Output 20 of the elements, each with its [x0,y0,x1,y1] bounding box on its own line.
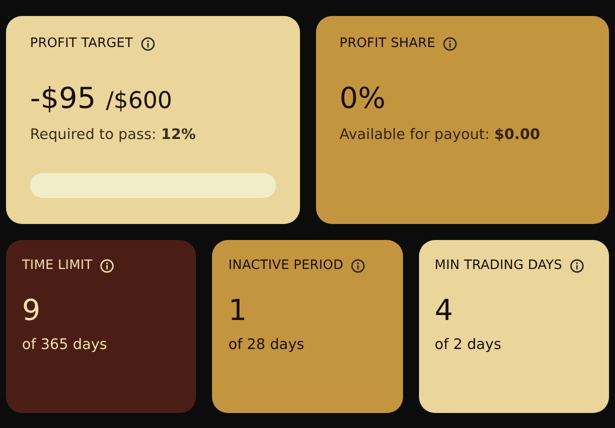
card-title: PROFIT SHARE [340,36,436,51]
stat-note: of 28 days [228,337,306,353]
stat-note: of 365 days [22,337,108,353]
info-icon[interactable] [140,36,155,50]
info-icon[interactable] [351,258,366,272]
target-value: /$600 [106,88,172,114]
stat-value: -$95 [30,81,96,115]
stat-note: Required to pass: 12% [30,127,197,143]
card-title: TIME LIMIT [22,258,92,273]
stat-value: 0% [340,81,386,115]
stat-value: 1 [228,293,247,327]
card-title: INACTIVE PERIOD [228,258,344,273]
info-icon[interactable] [443,36,458,50]
card-title: MIN TRADING DAYS [434,258,562,273]
info-icon[interactable] [570,258,584,272]
stat-value: 4 [434,293,454,327]
stat-value: 9 [22,293,40,327]
stat-note: of 2 days [434,337,502,353]
stat-note: Available for payout: $0.00 [340,127,542,143]
card-title: PROFIT TARGET [30,36,133,51]
